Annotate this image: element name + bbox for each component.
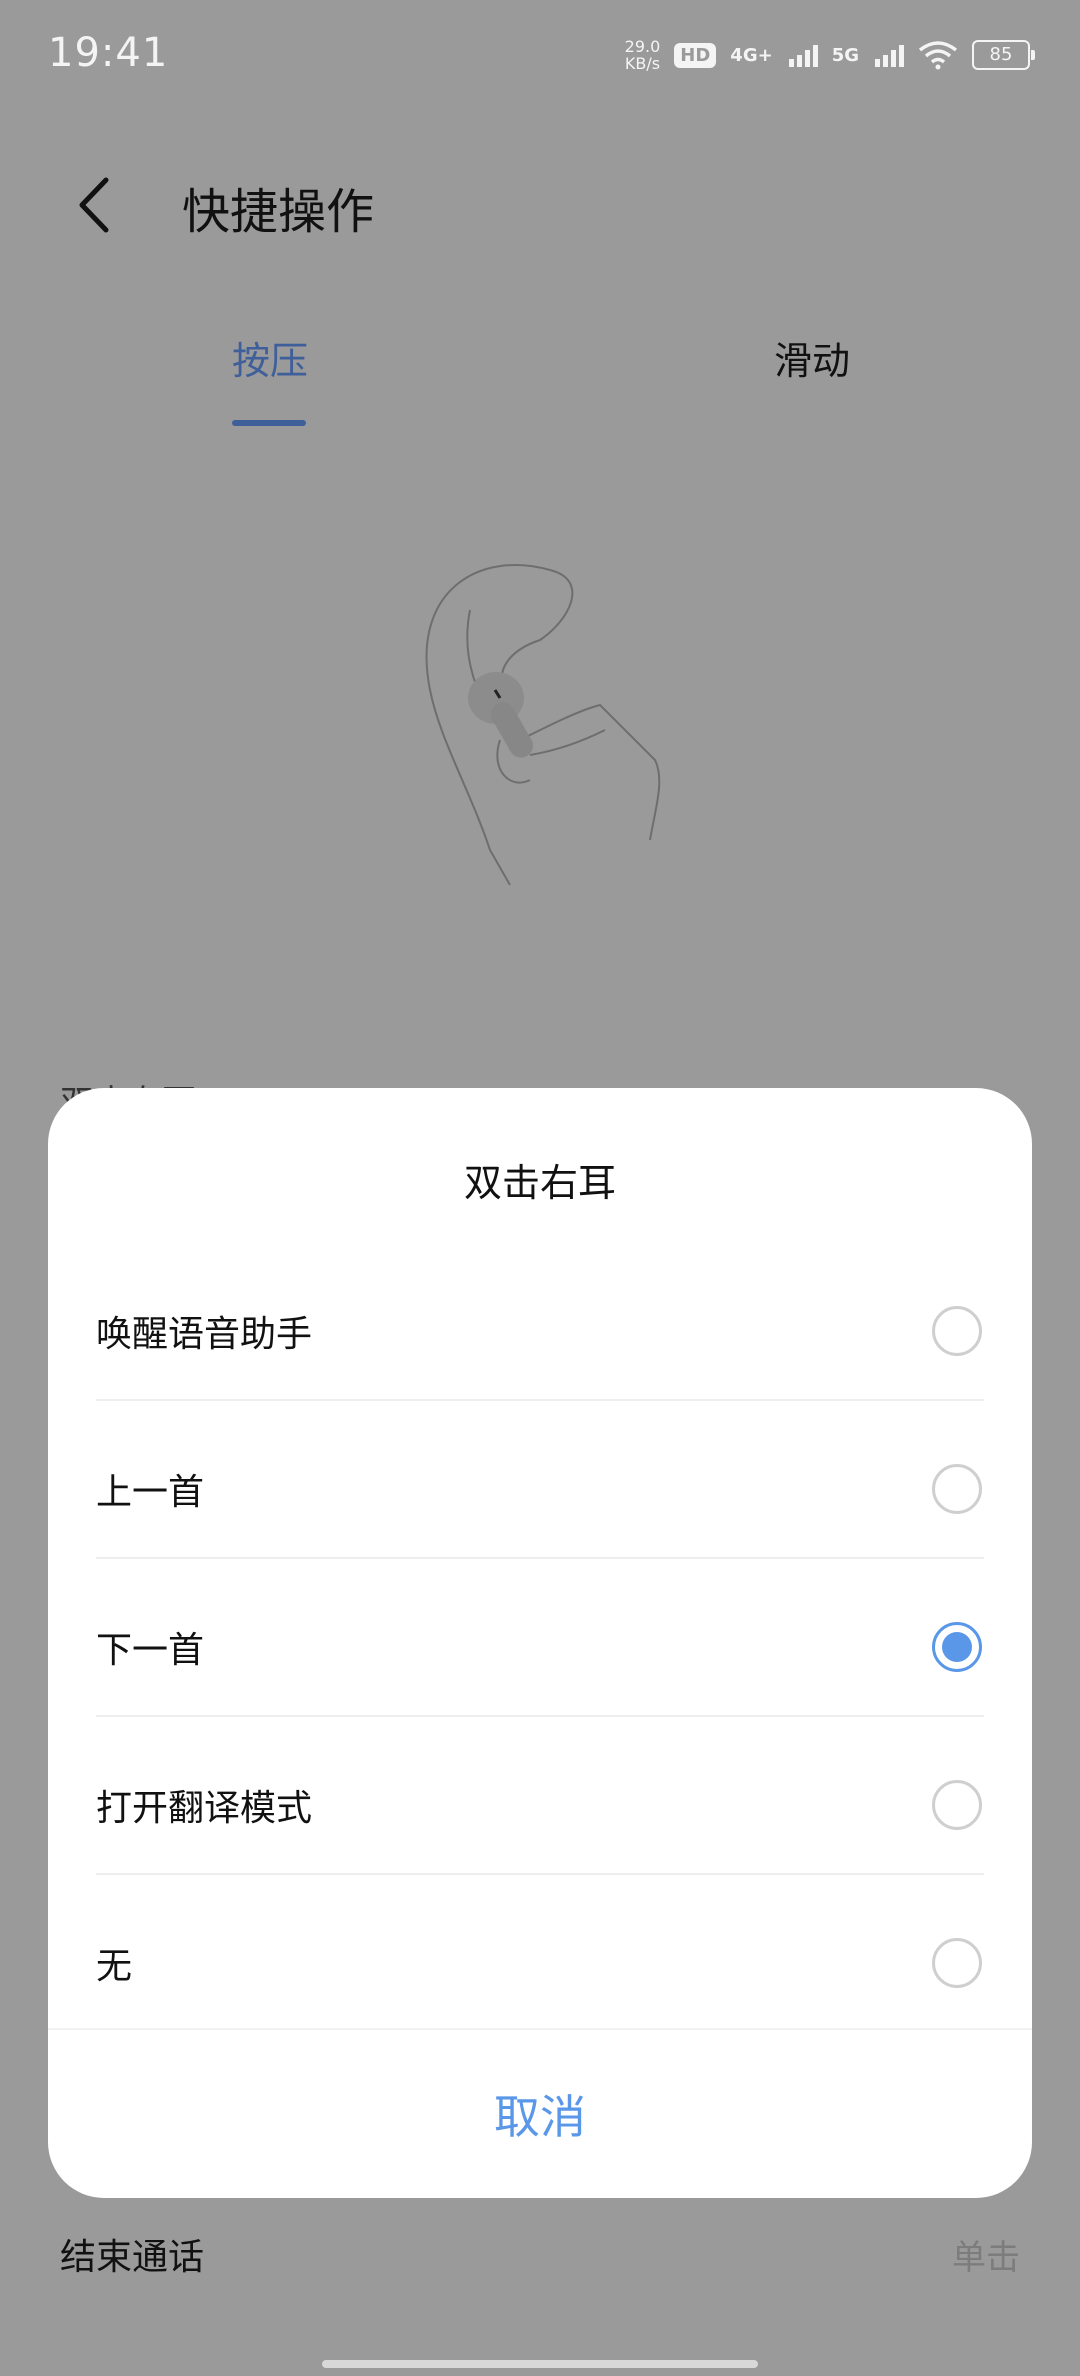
bg-setting-value[interactable]: 单击 xyxy=(952,2230,1020,2279)
tab-bar: 按压 滑动 xyxy=(0,320,1080,440)
radio-button[interactable] xyxy=(932,1780,982,1830)
tab-active-indicator xyxy=(232,420,306,426)
divider xyxy=(96,1715,984,1717)
option-translate-mode[interactable]: 打开翻译模式 xyxy=(48,1726,1032,1884)
app-header: 快捷操作 xyxy=(0,150,1080,250)
option-label: 唤醒语音助手 xyxy=(96,1314,313,1355)
option-wake-assistant[interactable]: 唤醒语音助手 xyxy=(48,1252,1032,1410)
option-none[interactable]: 无 xyxy=(48,1884,1032,2042)
dialog-title: 双击右耳 xyxy=(463,1161,616,1205)
signal-bars-icon xyxy=(788,43,818,67)
home-indicator[interactable] xyxy=(322,2360,758,2368)
option-label: 下一首 xyxy=(96,1630,205,1671)
option-label: 上一首 xyxy=(96,1472,205,1513)
radio-button[interactable] xyxy=(932,1306,982,1356)
battery-level: 85 xyxy=(989,44,1013,65)
option-label: 打开翻译模式 xyxy=(96,1788,313,1829)
divider xyxy=(96,1399,984,1401)
signal-5g-label: 5G xyxy=(831,44,859,66)
option-next-track[interactable]: 下一首 xyxy=(48,1568,1032,1726)
wifi-icon xyxy=(918,41,958,70)
tab-slide[interactable]: 滑动 xyxy=(774,330,850,385)
clock: 19:41 xyxy=(48,30,169,76)
status-icons: 29.0 KB/s HD 4G+ 5G 85 xyxy=(625,38,1035,72)
hd-icon: HD xyxy=(674,42,717,68)
tab-press[interactable]: 按压 xyxy=(232,330,308,385)
battery-icon: 85 xyxy=(972,40,1035,70)
network-speed-unit: KB/s xyxy=(624,54,661,73)
option-dialog: 双击右耳 唤醒语音助手 上一首 下一首 打开翻译模式 无 取消 xyxy=(48,1088,1032,2198)
radio-button[interactable] xyxy=(932,1464,982,1514)
page-title: 快捷操作 xyxy=(182,184,375,240)
signal-4g-label: 4G+ xyxy=(730,44,773,66)
back-arrow-icon[interactable] xyxy=(60,170,130,240)
radio-button[interactable] xyxy=(932,1938,982,1988)
divider xyxy=(96,1557,984,1559)
status-bar: 19:41 29.0 KB/s HD 4G+ 5G 85 xyxy=(0,0,1080,110)
option-label: 无 xyxy=(96,1946,133,1987)
cancel-button[interactable]: 取消 xyxy=(48,2030,1032,2198)
ear-earbud-illustration xyxy=(425,564,661,886)
radio-button-selected[interactable] xyxy=(932,1622,982,1672)
network-speed-value: 29.0 xyxy=(624,37,661,56)
bg-setting-label[interactable]: 结束通话 xyxy=(60,2228,204,2280)
network-speed: 29.0 KB/s xyxy=(625,38,661,72)
divider xyxy=(96,1873,984,1875)
option-previous-track[interactable]: 上一首 xyxy=(48,1410,1032,1568)
signal-bars-icon xyxy=(875,43,904,67)
